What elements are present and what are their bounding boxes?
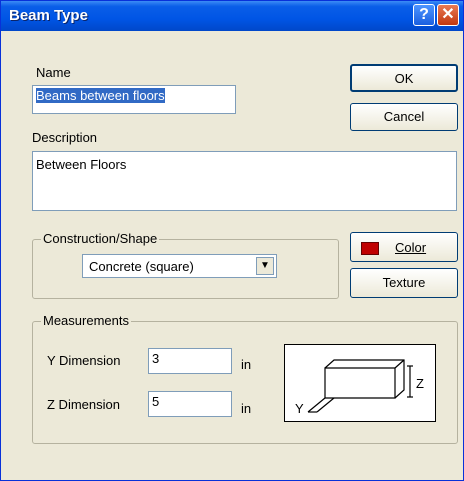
ok-button[interactable]: OK <box>350 64 458 92</box>
color-swatch <box>361 242 379 255</box>
texture-button[interactable]: Texture <box>350 268 458 298</box>
color-button[interactable]: Color <box>350 232 458 262</box>
chevron-down-icon[interactable]: ▼ <box>256 257 274 275</box>
beam-diagram: Y Z <box>284 344 436 422</box>
measurements-label: Measurements <box>41 313 131 328</box>
z-axis-label: Z <box>416 376 424 391</box>
construction-shape-value: Concrete (square) <box>89 259 194 274</box>
y-dimension-field[interactable]: 3 <box>148 348 232 374</box>
help-icon[interactable]: ? <box>413 4 435 26</box>
dialog-title: Beam Type <box>9 7 88 24</box>
name-label: Name <box>36 65 71 80</box>
name-field-text: Beams between floors <box>36 88 165 103</box>
close-icon[interactable]: ✕ <box>437 4 459 26</box>
cancel-button[interactable]: Cancel <box>350 103 458 131</box>
title-bar[interactable]: Beam Type ? ✕ <box>1 1 463 31</box>
beam-diagram-svg: Y Z <box>295 359 424 416</box>
y-dimension-label: Y Dimension <box>47 353 121 368</box>
construction-shape-label: Construction/Shape <box>41 231 160 246</box>
z-dimension-label: Z Dimension <box>47 397 120 412</box>
z-dimension-unit: in <box>241 401 252 416</box>
y-dimension-unit: in <box>241 357 252 372</box>
color-button-label: Color <box>395 240 427 255</box>
y-axis-label: Y <box>295 401 304 416</box>
name-field[interactable]: Beams between floors <box>32 85 236 114</box>
beam-type-dialog: Beam Type ? ✕ Name Beams between floors … <box>0 0 464 481</box>
description-label: Description <box>32 130 98 145</box>
construction-shape-select[interactable]: Concrete (square) ▼ <box>82 254 277 278</box>
z-dimension-field[interactable]: 5 <box>148 391 232 417</box>
description-field[interactable]: Between Floors <box>32 151 457 211</box>
